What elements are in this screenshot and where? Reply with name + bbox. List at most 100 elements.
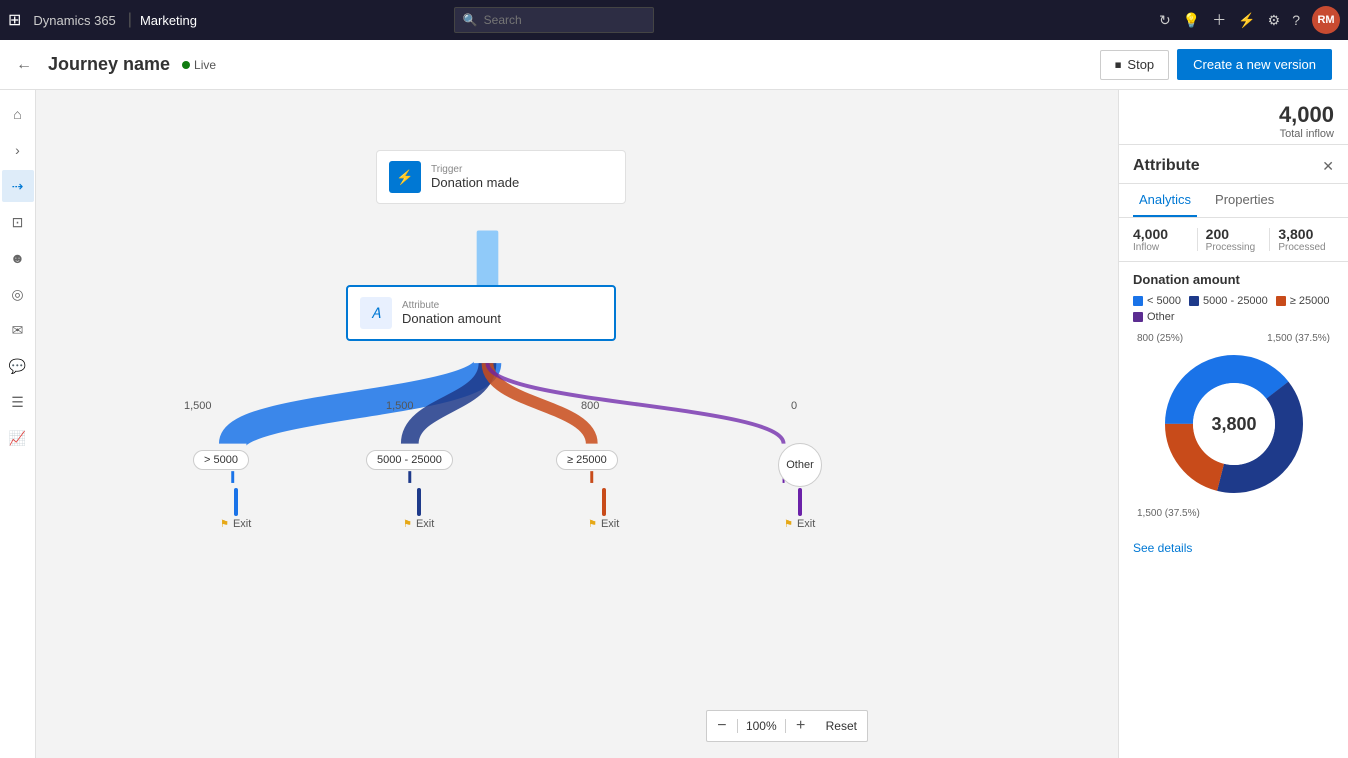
trigger-node[interactable]: ⚡ Trigger Donation made [376,150,626,204]
count-label-3: 800 [581,400,599,412]
metric-inflow: 4,000 Inflow [1133,226,1189,253]
legend-label-other: Other [1147,311,1175,323]
right-panel: 4,000 Total inflow Attribute ✕ Analytics… [1118,90,1348,758]
exit-node-1: ⚑ Exit [220,488,251,530]
panel-title: Attribute [1133,157,1200,175]
trigger-node-content: Trigger Donation made [431,164,519,190]
zoom-out-button[interactable]: − [707,711,737,741]
donut-label-bottom: 1,500 (37.5%) [1133,508,1334,519]
count-label-1: 1,500 [184,400,212,412]
reset-button[interactable]: Reset [816,711,867,741]
tab-analytics[interactable]: Analytics [1133,184,1197,217]
attribute-node[interactable]: 𝐴 Attribute Donation amount [346,285,616,341]
branch-gt5000[interactable]: > 5000 [193,450,249,470]
filter-icon[interactable]: ⚡ [1238,12,1255,29]
exit-label-3: Exit [601,518,619,530]
inflow-label: Total inflow [1279,128,1334,140]
legend-dot-ge25000 [1276,296,1286,306]
legend-lt5000: < 5000 [1133,295,1181,307]
donut-labels-top: 800 (25%) 1,500 (37.5%) [1133,333,1334,344]
metric-inflow-label: Inflow [1133,242,1189,253]
search-bar[interactable]: 🔍 [454,7,654,33]
zoom-in-button[interactable]: + [786,711,816,741]
stop-icon: ⏹ [1115,57,1122,73]
branch-ge25000[interactable]: ≥ 25000 [556,450,618,470]
legend-label-lt5000: < 5000 [1147,295,1181,307]
legend-5000-25000: 5000 - 25000 [1189,295,1268,307]
zoom-level: 100% [737,719,786,733]
sidebar-item-home[interactable]: ⌂ [2,98,34,130]
module-name: Marketing [140,13,197,28]
metric-processing: 200 Processing [1206,226,1262,253]
legend-other: Other [1133,311,1175,323]
sidebar-item-email[interactable]: ✉ [2,314,34,346]
app-grid-icon[interactable]: ⊞ [8,10,21,30]
refresh-icon[interactable]: ↻ [1159,12,1171,29]
donut-wrapper: 3,800 [1154,344,1314,504]
exit-node-2: ⚑ Exit [403,488,434,530]
legend-dot-other [1133,312,1143,322]
stop-button[interactable]: ⏹ Stop [1100,50,1169,80]
legend-label-5000: 5000 - 25000 [1203,295,1268,307]
exit-node-4: ⚑ Exit [784,488,815,530]
brand-name: Dynamics 365 [33,13,115,28]
settings-icon[interactable]: ⚙ [1268,12,1281,29]
avatar[interactable]: RM [1312,6,1340,34]
help-icon[interactable]: ? [1292,12,1300,28]
panel-tabs: Analytics Properties [1119,184,1348,218]
exit-icon-1: ⚑ [220,519,229,530]
toolbar-right: ⏹ Stop Create a new version [1100,49,1332,80]
back-button[interactable]: ← [16,56,32,74]
tab-properties[interactable]: Properties [1209,184,1280,217]
donut-label-tr: 1,500 (37.5%) [1267,333,1330,344]
metric-inflow-value: 4,000 [1133,226,1189,242]
donation-section: Donation amount < 5000 5000 - 25000 ≥ 25… [1119,262,1348,537]
exit-label-2: Exit [416,518,434,530]
search-input[interactable] [484,13,634,27]
exit-icon-3: ⚑ [588,519,597,530]
close-button[interactable]: ✕ [1322,158,1334,175]
metric-processing-value: 200 [1206,226,1262,242]
legend-dot-5000 [1189,296,1199,306]
sidebar-item-list[interactable]: ☰ [2,386,34,418]
attribute-node-content: Attribute Donation amount [402,300,501,326]
exit-icon-4: ⚑ [784,519,793,530]
metrics-row: 4,000 Inflow 200 Processing 3,800 Proces… [1119,218,1348,262]
legend-ge25000: ≥ 25000 [1276,295,1330,307]
exit-node-3: ⚑ Exit [588,488,619,530]
exit-label-1: Exit [233,518,251,530]
sidebar-item-insights[interactable]: ◎ [2,278,34,310]
nav-icons: ↻ 💡 ＋ ⚡ ⚙ ? RM [1159,6,1340,34]
plus-icon[interactable]: ＋ [1212,10,1226,30]
sidebar-item-journey[interactable]: ⇢ [2,170,34,202]
legend-label-ge25000: ≥ 25000 [1290,295,1330,307]
metric-divider-2 [1269,228,1270,251]
see-details-link[interactable]: See details [1119,537,1348,559]
metric-processed: 3,800 Processed [1278,226,1334,253]
sidebar-item-segment[interactable]: ⊡ [2,206,34,238]
lightbulb-icon[interactable]: 💡 [1183,12,1200,29]
sidebar: ⌂ › ⇢ ⊡ ☻ ◎ ✉ 💬 ☰ 📈 [0,90,36,758]
right-panel-header: Attribute ✕ [1119,145,1348,184]
sidebar-item-chat[interactable]: 💬 [2,350,34,382]
stats-top: 4,000 Total inflow [1119,90,1348,145]
canvas: ⚡ Trigger Donation made 4,000 𝐴 Attribut… [36,90,1118,758]
journey-canvas: ⚡ Trigger Donation made 4,000 𝐴 Attribut… [36,90,1118,758]
main-layout: ⌂ › ⇢ ⊡ ☻ ◎ ✉ 💬 ☰ 📈 [0,90,1348,758]
sidebar-item-analytics[interactable]: 📈 [2,422,34,454]
branch-other[interactable]: Other [778,443,822,487]
create-version-button[interactable]: Create a new version [1177,49,1332,80]
branch-5000-25000[interactable]: 5000 - 25000 [366,450,453,470]
exit-icon-2: ⚑ [403,519,412,530]
metric-processing-label: Processing [1206,242,1262,253]
sidebar-item-nav[interactable]: › [2,134,34,166]
toolbar: ← Journey name Live ⏹ Stop Create a new … [0,40,1348,90]
sidebar-item-contact[interactable]: ☻ [2,242,34,274]
legend-dot-lt5000 [1133,296,1143,306]
donut-svg: 3,800 [1154,344,1314,504]
live-badge: Live [182,58,216,72]
attribute-icon: 𝐴 [360,297,392,329]
total-inflow: 4,000 [1279,102,1334,128]
exit-label-4: Exit [797,518,815,530]
trigger-title: Donation made [431,175,519,190]
